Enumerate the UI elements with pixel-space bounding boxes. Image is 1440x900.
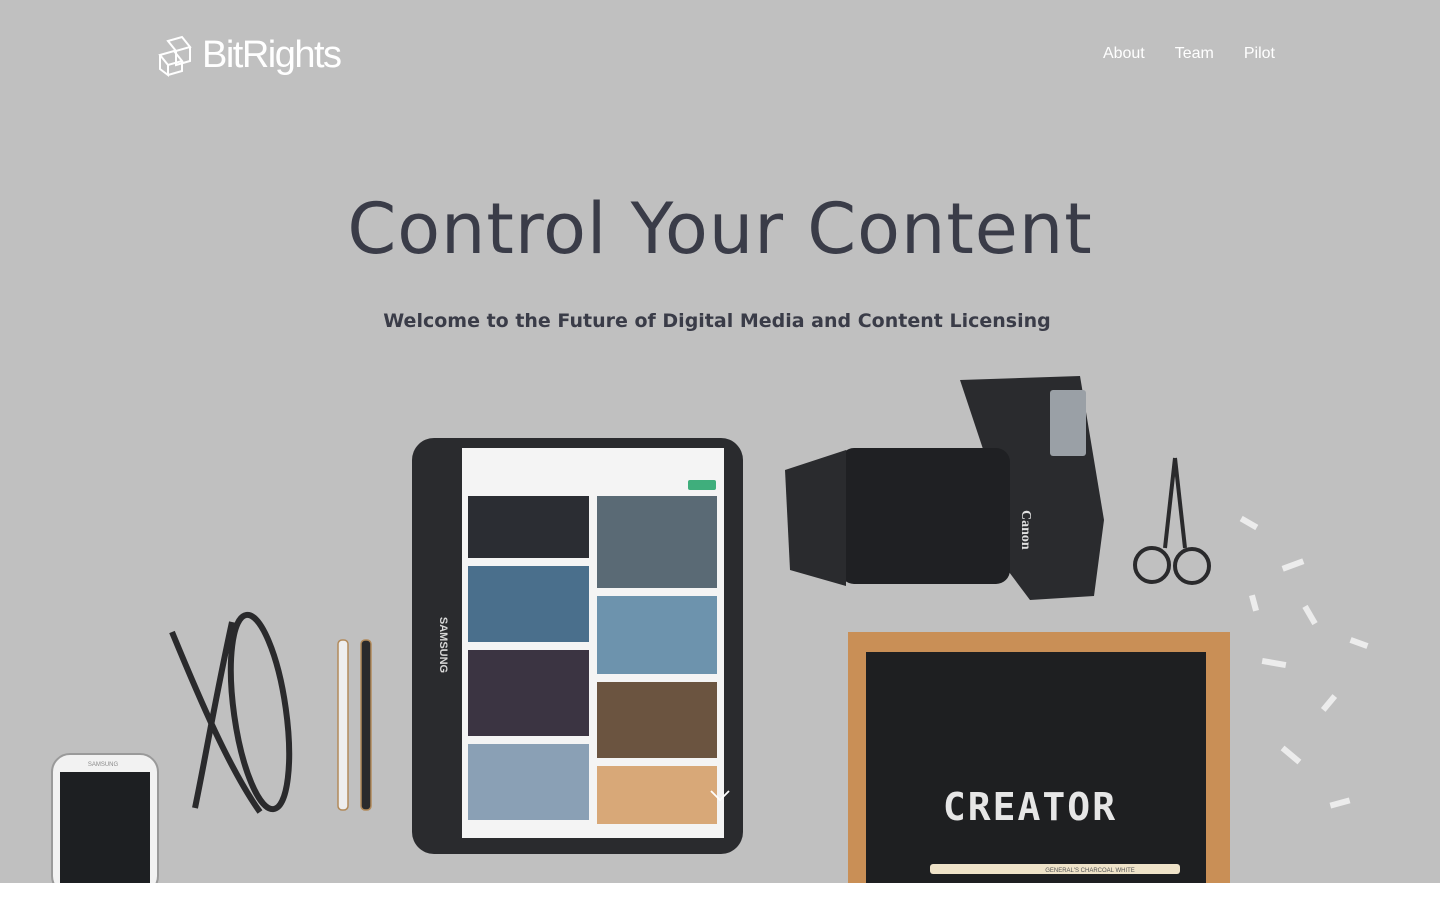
nav-team[interactable]: Team bbox=[1175, 45, 1214, 63]
camera: Canon bbox=[785, 376, 1104, 600]
tablet: SAMSUNG bbox=[412, 438, 743, 854]
cube-logo-icon bbox=[158, 35, 192, 77]
phone-brand: SAMSUNG bbox=[88, 762, 119, 768]
brand-logo[interactable]: BitRights bbox=[154, 34, 342, 77]
black-pen bbox=[360, 639, 372, 811]
letterboard: CREATOR GENERAL'S CHARCOAL WHITE bbox=[848, 632, 1230, 883]
hero-section: SAMSUNG SAMSUNG Canon CREATOR GENERAL'S … bbox=[0, 0, 1440, 883]
main-nav: About Team Pilot bbox=[1103, 45, 1275, 63]
hero-background-photo: SAMSUNG SAMSUNG Canon CREATOR GENERAL'S … bbox=[51, 376, 1369, 883]
hero-title: Control Your Content bbox=[347, 188, 1093, 270]
scissors bbox=[1133, 457, 1211, 585]
phone: SAMSUNG bbox=[51, 753, 159, 883]
page-below-hero bbox=[0, 883, 1440, 900]
letterboard-text: CREATOR bbox=[943, 785, 1117, 829]
letter-pieces bbox=[1239, 515, 1369, 809]
camera-brand: Canon bbox=[1018, 510, 1033, 550]
pencil-text: GENERAL'S CHARCOAL WHITE bbox=[1045, 868, 1135, 874]
tablet-brand: SAMSUNG bbox=[437, 617, 449, 673]
glasses bbox=[169, 611, 293, 814]
white-pen bbox=[337, 639, 349, 811]
brand-name: BitRights bbox=[202, 34, 342, 76]
nav-pilot[interactable]: Pilot bbox=[1244, 45, 1275, 63]
nav-about[interactable]: About bbox=[1103, 45, 1145, 63]
hero-subtitle: Welcome to the Future of Digital Media a… bbox=[383, 310, 1051, 332]
chevron-down-icon[interactable] bbox=[709, 789, 731, 803]
